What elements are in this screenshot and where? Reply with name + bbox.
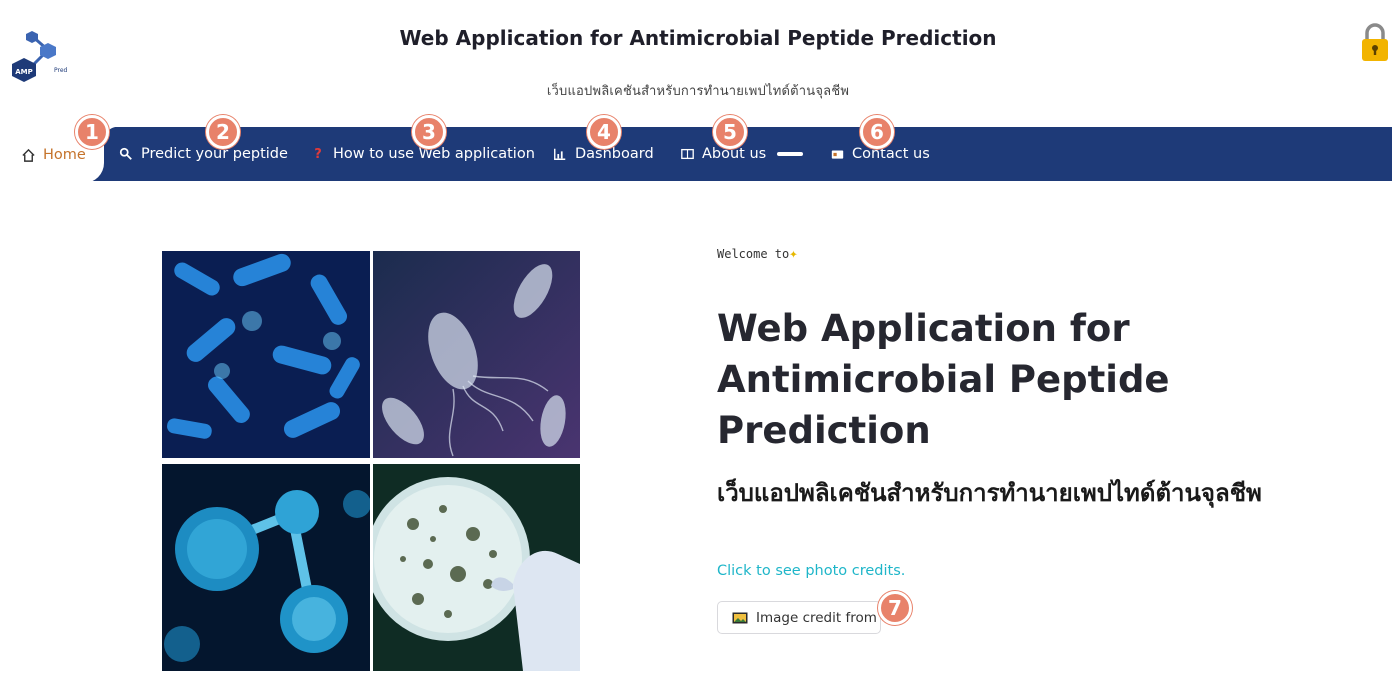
page-title: Web Application for Antimicrobial Peptid… (399, 26, 997, 50)
bacteria-blue-photo (162, 251, 370, 458)
dropdown-caret-icon (777, 152, 804, 156)
svg-text:Pred: Pred (54, 67, 68, 74)
nav-how-to-use-label: How to use Web application (333, 146, 535, 162)
photo-credits-link[interactable]: Click to see photo credits. (717, 563, 905, 579)
chart-icon (552, 146, 568, 162)
step-marker: 2 (206, 115, 240, 149)
image-credit-button[interactable]: Image credit from (717, 601, 881, 634)
bacteria-flagella-photo (373, 251, 580, 458)
nav-dashboard-label: Dashboard (575, 146, 654, 162)
contact-card-icon (829, 146, 845, 162)
welcome-text: Welcome to✦ (717, 246, 798, 262)
question-mark-icon: ? (314, 146, 322, 162)
picture-icon (732, 612, 748, 624)
step-marker: 3 (412, 115, 446, 149)
step-marker: 7 (878, 591, 912, 625)
hero-title: Web Application for Antimicrobial Peptid… (717, 307, 1170, 452)
petri-dish-photo (373, 464, 580, 671)
step-marker: 4 (587, 115, 621, 149)
step-marker: 1 (75, 115, 109, 149)
step-marker: 6 (860, 115, 894, 149)
step-marker: 5 (713, 115, 747, 149)
image-credit-label: Image credit from (756, 609, 877, 626)
house-icon (20, 147, 36, 163)
padlock-icon[interactable] (1358, 20, 1392, 64)
nav-home-label: Home (43, 147, 86, 163)
nav-contact-us-label: Contact us (852, 146, 930, 162)
nav-predict-label: Predict your peptide (141, 146, 288, 162)
svg-text:AMP: AMP (15, 68, 33, 76)
book-icon (679, 146, 695, 162)
sparkle-icon: ✦ (789, 246, 798, 262)
molecule-spheres-photo (162, 464, 370, 671)
nav-predict[interactable]: Predict your peptide (118, 127, 288, 181)
page-subtitle: เว็บแอปพลิเคชันสำหรับการทำนายเพปไทด์ต้าน… (546, 84, 850, 99)
hero-thai-title: เว็บแอปพลิเคชันสำหรับการทำนายเพปไทด์ต้าน… (717, 479, 1262, 507)
magnifier-icon (118, 146, 134, 162)
